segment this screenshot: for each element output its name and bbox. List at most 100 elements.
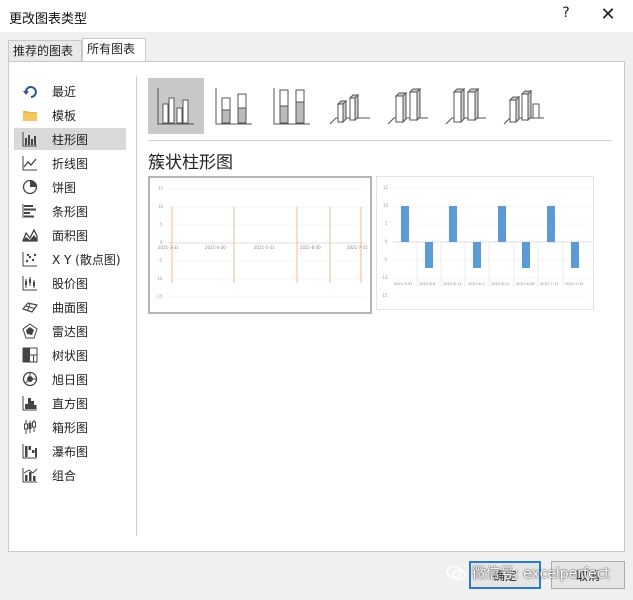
pie-chart-icon [22,179,38,195]
histogram-chart-icon [22,395,38,411]
chart-subtype-title: 簇状柱形图 [148,153,233,173]
sidebar-item-box-whisker[interactable]: 箱形图 [14,416,126,438]
sidebar-item-sunburst[interactable]: 旭日图 [14,368,126,390]
x-label: 2021-7-31 [565,282,584,286]
preview-bar [473,242,481,268]
sidebar-item-label: 最近 [52,84,77,99]
preview-bar [498,206,506,242]
sidebar-item-label: 旭日图 [52,372,89,387]
sidebar-item-surface[interactable]: 曲面图 [14,296,126,318]
close-button[interactable]: ✕ [596,4,620,25]
y-tick: 0 [385,239,388,244]
x-label: 2021-5-31 [254,245,275,250]
recent-icon [22,83,38,99]
box-whisker-chart-icon [22,419,38,435]
sidebar-item-area[interactable]: 面积图 [14,224,126,246]
y-tick: -15 [156,294,163,299]
sidebar-item-combo[interactable]: 组合 [14,464,126,486]
sidebar-item-label: 条形图 [52,204,89,219]
gallery-divider [148,140,612,141]
tab-all-charts[interactable]: 所有图表 [82,38,146,61]
y-tick: 10 [383,203,389,208]
x-label: 2021-6-1 [468,282,484,286]
sidebar-item-bar[interactable]: 条形图 [14,200,126,222]
sidebar-item-label: 雷达图 [52,324,89,339]
y-tick: -10 [381,275,388,280]
100-stacked-column-icon [273,88,310,125]
panel-divider [136,76,137,536]
preview-bar [547,206,555,242]
preview-2-chart: 15 10 5 0 -5 -10 -15 2021-5-31 2021-6-6 … [381,185,591,298]
sidebar-item-stock[interactable]: 股价图 [14,272,126,294]
column-chart-icon [22,131,38,147]
clustered-column-subtype[interactable] [148,78,204,134]
watermark-text: 微信号: excelperfect [472,566,610,582]
sidebar-item-label: 箱形图 [52,420,89,435]
preview-bar [571,242,579,268]
area-chart-icon [22,227,38,243]
clustered-column-icon [157,88,194,125]
x-label: 2021-7-31 [347,245,368,250]
dialog-title: 更改图表类型 [9,12,88,27]
help-button[interactable]: ? [556,5,576,21]
x-label: 2021-5-31 [394,282,413,286]
folder-icon [22,107,38,123]
chart-preview-2[interactable]: 15 10 5 0 -5 -10 -15 2021-5-31 2021-6-6 … [376,176,594,310]
100-stacked-column-subtype[interactable] [264,78,320,134]
y-tick: 10 [158,204,164,209]
sidebar-item-recent[interactable]: 最近 [14,80,126,102]
3d-stacked-column-icon [387,87,428,125]
sidebar-item-column[interactable]: 柱形图 [14,128,126,150]
sidebar-item-label: 模板 [52,108,77,123]
x-label: 2021-3-31 [158,245,179,250]
combo-chart-icon [22,467,38,483]
stacked-column-subtype[interactable] [206,78,262,134]
x-label: 2021-7-11 [540,282,559,286]
sidebar-item-label: X Y (散点图) [52,252,121,267]
sidebar-item-label: 直方图 [52,396,89,411]
bar-chart-icon [22,203,38,219]
3d-clustered-column-icon [329,93,370,125]
radar-chart-icon [22,323,38,339]
dialog-titlebar: 更改图表类型 ? ✕ [0,0,633,32]
chart-preview-1[interactable]: 15 10 5 0 -5 -10 -15 2021-3-31 2021-4-30… [148,176,372,314]
sunburst-chart-icon [22,371,38,387]
line-chart-icon [22,155,38,171]
scatter-chart-icon [22,251,38,267]
x-label: 2021-6-21 [491,282,510,286]
stock-chart-icon [22,275,38,291]
sidebar-item-label: 曲面图 [52,300,89,315]
preview-bar [425,242,433,268]
3d-stacked-column-subtype[interactable] [380,78,436,134]
3d-100-stacked-column-subtype[interactable] [438,78,494,134]
sidebar-item-treemap[interactable]: 树状图 [14,344,126,366]
y-tick: 15 [383,185,389,190]
sidebar-item-scatter[interactable]: X Y (散点图) [14,248,126,270]
x-label: 2021-6-6 [419,282,436,286]
surface-chart-icon [22,299,38,315]
3d-column-subtype[interactable] [496,78,552,134]
tab-recommended-charts[interactable]: 推荐的图表 [8,40,82,61]
preview-bar [522,242,530,268]
treemap-chart-icon [22,347,38,363]
sidebar-item-label: 股价图 [52,276,89,291]
wechat-icon [446,565,466,581]
x-label: 2021-6-30 [300,245,321,250]
sidebar-item-histogram[interactable]: 直方图 [14,392,126,414]
sidebar-item-label: 折线图 [52,156,89,171]
sidebar-item-templates[interactable]: 模板 [14,104,126,126]
sidebar-item-radar[interactable]: 雷达图 [14,320,126,342]
waterfall-chart-icon [22,443,38,459]
sidebar-item-pie[interactable]: 饼图 [14,176,126,198]
stacked-column-icon [215,88,252,125]
sidebar-item-line[interactable]: 折线图 [14,152,126,174]
y-tick: -15 [381,293,388,298]
y-tick: 15 [158,186,164,191]
x-label: 2021-6-28 [516,282,535,286]
y-tick: -5 [158,258,162,263]
sidebar-item-waterfall[interactable]: 瀑布图 [14,440,126,462]
x-label: 2021-4-30 [205,245,226,250]
sidebar-item-label: 柱形图 [52,132,89,147]
3d-clustered-column-subtype[interactable] [322,78,378,134]
y-tick: 5 [160,222,163,227]
